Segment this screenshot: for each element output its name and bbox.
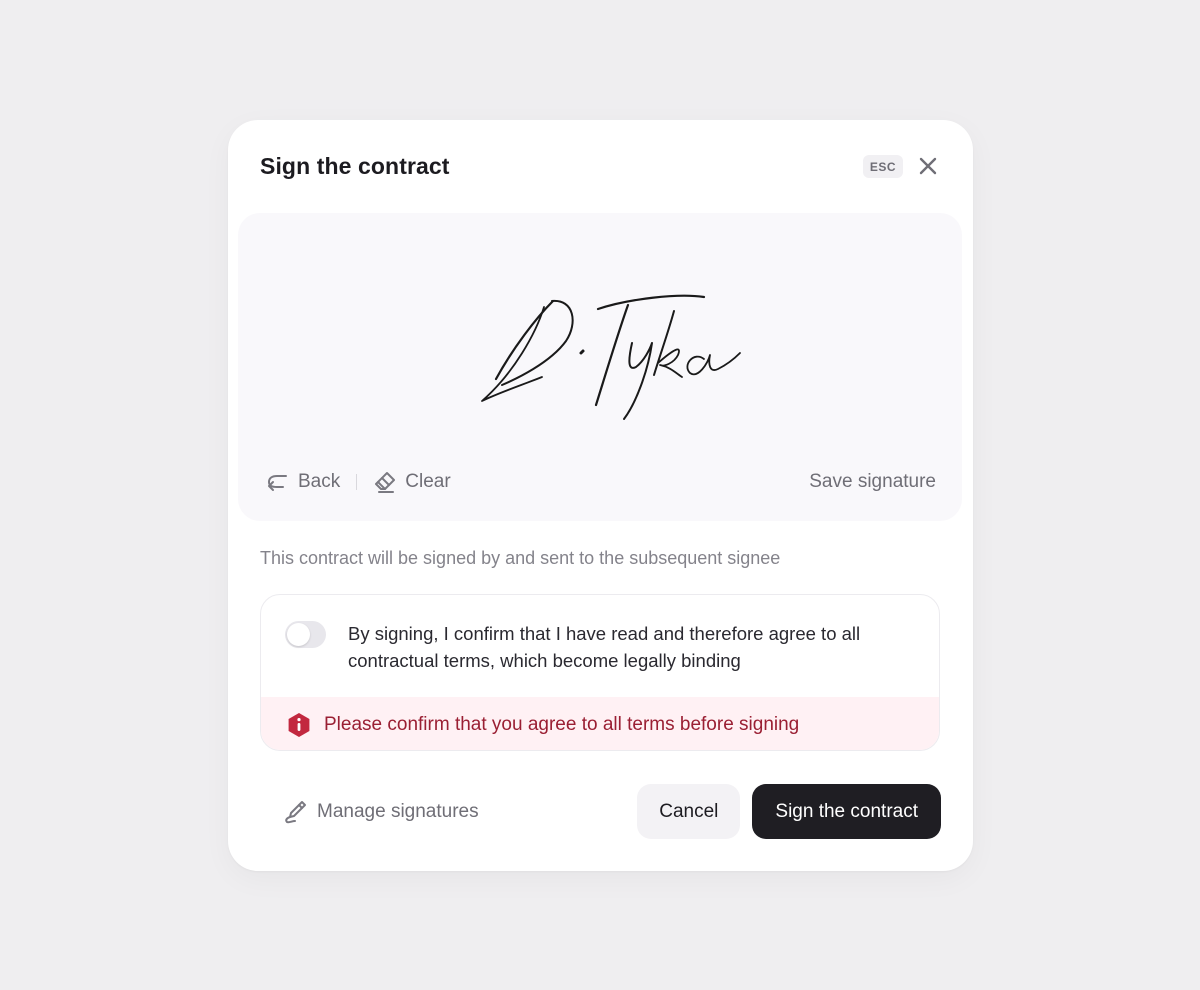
toggle-knob <box>287 623 310 646</box>
pad-tools: Back Clear <box>266 470 451 494</box>
terms-confirmation-text: By signing, I confirm that I have read a… <box>348 623 861 671</box>
pen-icon <box>285 800 306 823</box>
close-icon <box>919 157 937 175</box>
manage-signatures-label: Manage signatures <box>317 800 479 822</box>
sign-contract-dialog: Sign the contract ESC Back Clear Save si… <box>228 120 973 871</box>
eraser-icon <box>375 472 396 493</box>
agree-terms-toggle[interactable] <box>285 621 326 648</box>
sign-contract-button[interactable]: Sign the contract <box>752 784 941 839</box>
terms-confirmation-row: By signing, I confirm that I have read a… <box>261 595 939 697</box>
back-button[interactable]: Back <box>266 471 340 493</box>
save-signature-button[interactable]: Save signature <box>809 471 936 493</box>
footer-actions: Cancel Sign the contract <box>637 784 941 839</box>
error-hexagon-icon <box>288 712 310 737</box>
signature-pad-toolbar: Back Clear Save signature <box>266 468 936 496</box>
back-label: Back <box>298 471 341 492</box>
undo-arrow-icon <box>268 475 287 491</box>
signature-drawing <box>481 294 741 420</box>
toolbar-divider <box>356 474 358 490</box>
esc-shortcut-badge: ESC <box>862 154 903 178</box>
error-text: Please confirm that you agree to all ter… <box>324 713 800 735</box>
dialog-footer: Manage signatures Cancel Sign the contra… <box>260 784 941 839</box>
dialog-header: Sign the contract ESC <box>260 150 941 182</box>
terms-confirmation-box: By signing, I confirm that I have read a… <box>260 594 940 751</box>
clear-button[interactable]: Clear <box>373 470 451 494</box>
clear-label: Clear <box>405 471 451 492</box>
close-button[interactable] <box>915 153 941 179</box>
manage-signatures-button[interactable]: Manage signatures <box>260 799 479 825</box>
error-message: Please confirm that you agree to all ter… <box>261 697 939 750</box>
cancel-button[interactable]: Cancel <box>637 784 741 839</box>
dialog-title: Sign the contract <box>260 152 450 179</box>
signing-info-text: This contract will be signed by and sent… <box>260 548 781 568</box>
signature-pad[interactable]: Back Clear Save signature <box>238 213 962 521</box>
header-actions: ESC <box>862 153 941 179</box>
